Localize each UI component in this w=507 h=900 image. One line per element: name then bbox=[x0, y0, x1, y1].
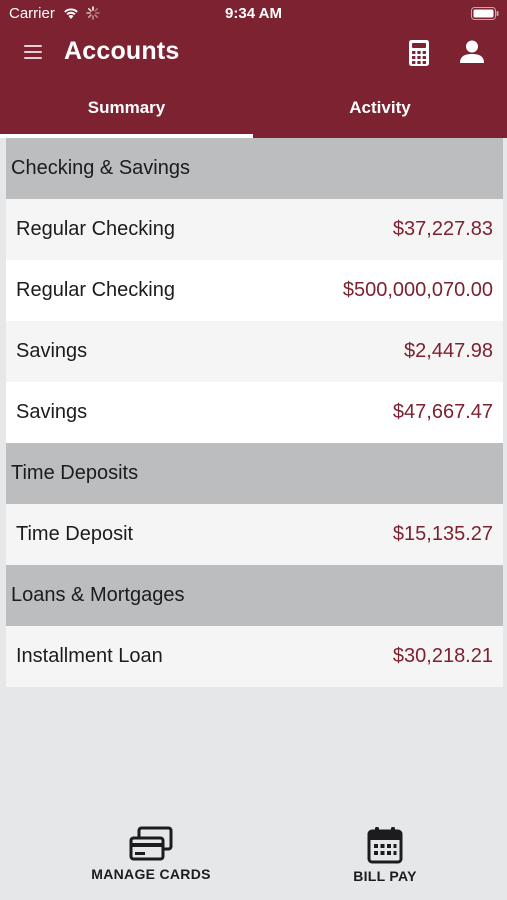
cards-icon bbox=[129, 826, 173, 861]
tab-bar: Summary Activity bbox=[0, 80, 507, 138]
bill-pay-label: BILL PAY bbox=[353, 868, 417, 884]
bill-pay-button[interactable]: BILL PAY bbox=[330, 826, 440, 888]
accounts-list: Checking & Savings Regular Checking $37,… bbox=[6, 138, 503, 687]
menu-icon[interactable] bbox=[24, 44, 44, 62]
section-header-time-deposits: Time Deposits bbox=[6, 443, 503, 504]
page-title: Accounts bbox=[64, 37, 180, 65]
account-balance: $30,218.21 bbox=[392, 645, 493, 667]
account-row[interactable]: Regular Checking $37,227.83 bbox=[6, 199, 503, 260]
account-row[interactable]: Savings $2,447.98 bbox=[6, 321, 503, 382]
account-row[interactable]: Savings $47,667.47 bbox=[6, 382, 503, 443]
account-name: Installment Loan bbox=[16, 645, 163, 667]
account-name: Time Deposit bbox=[16, 523, 134, 545]
account-balance: $15,135.27 bbox=[392, 523, 493, 545]
manage-cards-button[interactable]: MANAGE CARDS bbox=[80, 826, 222, 888]
account-name: Regular Checking bbox=[16, 218, 175, 240]
manage-cards-label: MANAGE CARDS bbox=[91, 866, 211, 882]
account-balance: $2,447.98 bbox=[404, 340, 493, 362]
account-balance: $47,667.47 bbox=[392, 401, 493, 423]
tab-summary[interactable]: Summary bbox=[0, 80, 253, 138]
account-row[interactable]: Regular Checking $500,000,070.00 bbox=[6, 260, 503, 321]
account-balance: $37,227.83 bbox=[392, 218, 493, 240]
account-row[interactable]: Installment Loan $30,218.21 bbox=[6, 626, 503, 687]
user-icon[interactable] bbox=[460, 40, 484, 64]
calculator-icon[interactable] bbox=[409, 40, 429, 66]
status-time: 9:34 AM bbox=[225, 5, 282, 22]
app-header: Accounts bbox=[0, 28, 507, 80]
status-bar: Carrier 9:34 AM bbox=[0, 0, 507, 28]
section-header-checking-savings: Checking & Savings bbox=[6, 138, 503, 199]
account-name: Savings bbox=[16, 340, 88, 362]
account-row[interactable]: Time Deposit $15,135.27 bbox=[6, 504, 503, 565]
section-header-loans-mortgages: Loans & Mortgages bbox=[6, 565, 503, 626]
account-name: Savings bbox=[16, 401, 88, 423]
calendar-icon bbox=[367, 827, 403, 864]
battery-icon bbox=[471, 7, 499, 20]
tab-activity[interactable]: Activity bbox=[253, 80, 507, 138]
account-name: Regular Checking bbox=[16, 279, 175, 301]
account-balance: $500,000,070.00 bbox=[342, 279, 493, 301]
